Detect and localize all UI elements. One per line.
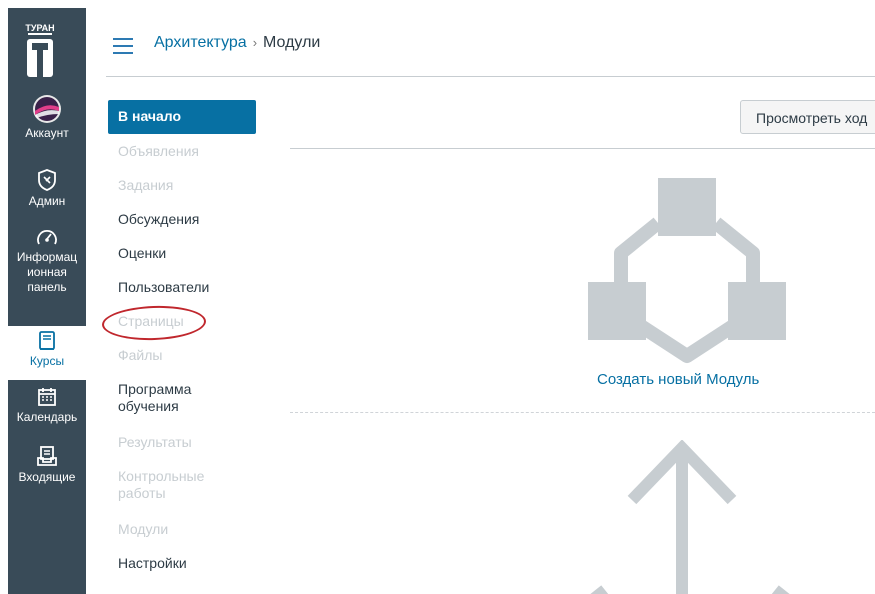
course-nav-modules[interactable]: Модули	[108, 521, 256, 538]
red-annotation-circle	[101, 304, 207, 342]
global-nav-account[interactable]: Аккаунт	[8, 94, 86, 141]
header-divider	[106, 76, 875, 77]
global-nav-inbox-label: Входящие	[18, 470, 76, 484]
course-nav-quizzes-line-2: работы	[118, 485, 166, 501]
course-nav-quizzes[interactable]: Контрольные работы	[108, 468, 256, 502]
course-nav-quizzes-line-1: Контрольные	[118, 468, 205, 484]
global-nav-dashboard-label-2: ионная	[27, 265, 67, 279]
breadcrumb-course-link[interactable]: Архитектура	[154, 34, 247, 51]
global-nav-account-label: Аккаунт	[25, 126, 69, 140]
arrow-up-icon	[590, 440, 790, 594]
course-nav-files[interactable]: Файлы	[108, 347, 256, 364]
global-nav-dashboard-label-3: панель	[27, 280, 67, 294]
content-divider	[290, 148, 875, 149]
course-nav-discussions[interactable]: Обсуждения	[108, 211, 256, 228]
global-nav-calendar[interactable]: Календарь	[8, 386, 86, 425]
svg-text:ТУРАН: ТУРАН	[25, 23, 54, 33]
dashed-divider	[290, 412, 875, 413]
course-nav-grades[interactable]: Оценки	[108, 245, 256, 262]
global-nav-courses[interactable]: Курсы	[8, 326, 86, 380]
breadcrumb-current: Модули	[263, 34, 321, 51]
breadcrumb-separator: ›	[252, 35, 258, 50]
course-nav-syllabus-line-1: Программа	[118, 381, 192, 397]
account-avatar-icon	[33, 95, 61, 123]
course-nav-syllabus-line-2: обучения	[118, 398, 179, 414]
shield-icon	[38, 169, 56, 191]
turan-logo[interactable]: ТУРАН	[24, 21, 56, 87]
course-nav-syllabus[interactable]: Программа обучения	[108, 381, 256, 415]
course-nav-outcomes[interactable]: Результаты	[108, 434, 256, 451]
book-icon	[39, 331, 55, 350]
hamburger-menu-icon[interactable]	[113, 38, 133, 54]
global-nav-admin-label: Админ	[28, 194, 66, 208]
breadcrumb: Архитектура › Модули	[154, 34, 320, 52]
create-module-link[interactable]: Создать новый Модуль	[597, 371, 759, 388]
view-progress-button[interactable]: Просмотреть ход	[740, 100, 875, 134]
global-nav-admin[interactable]: Админ	[8, 168, 86, 209]
global-nav-calendar-label: Календарь	[16, 410, 78, 424]
dashboard-icon	[37, 230, 57, 245]
course-nav-home[interactable]: В начало	[108, 100, 256, 134]
calendar-icon	[38, 388, 56, 406]
course-nav-settings[interactable]: Настройки	[108, 555, 256, 572]
inbox-icon	[37, 446, 57, 466]
global-nav: ТУРАН Аккаунт Админ Информац ионная пане…	[8, 8, 86, 594]
global-nav-dashboard-label-1: Информац	[16, 250, 78, 264]
course-nav-people[interactable]: Пользователи	[108, 279, 256, 296]
global-nav-courses-label: Курсы	[29, 354, 65, 368]
global-nav-inbox[interactable]: Входящие	[8, 444, 86, 485]
global-nav-dashboard[interactable]: Информац ионная панель	[8, 226, 86, 295]
course-nav-assignments[interactable]: Задания	[108, 177, 256, 194]
course-nav-announcements[interactable]: Объявления	[108, 143, 256, 160]
modules-illustration-icon	[588, 178, 786, 363]
